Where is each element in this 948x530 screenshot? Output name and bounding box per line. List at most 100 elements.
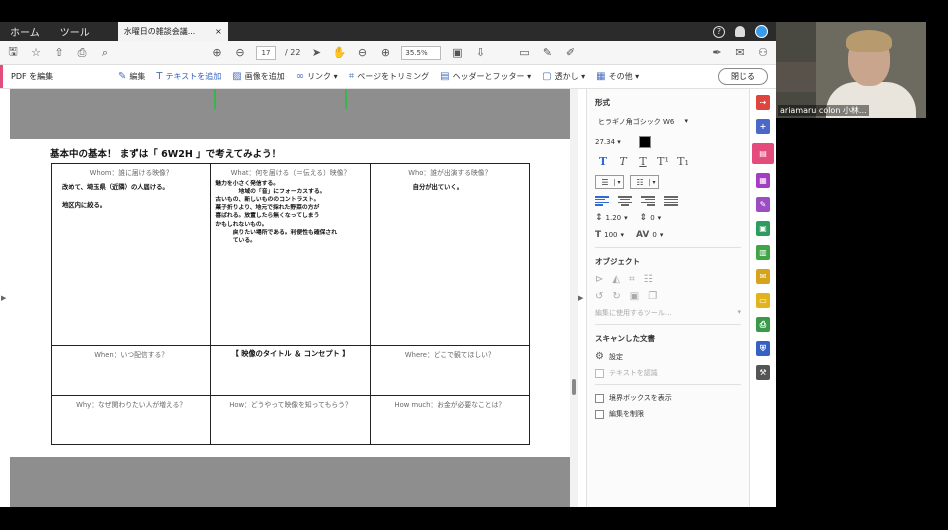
align-left-icon[interactable] [595,196,609,206]
edit-tool-watermark[interactable]: ▢ 透かし ▾ [542,71,585,82]
document-area[interactable]: ▶ 基本中の基本！ まずは「 6W2H 」で考えてみよう！ Whom：誰に届ける… [0,89,578,507]
panel-toggle-icon[interactable]: ▶ [578,294,583,302]
line-spacing-control[interactable]: ↕ 1.20 ▾ [595,213,628,223]
menu-tools[interactable]: ツール [50,22,100,41]
zoom-in-icon[interactable]: ⊕ [378,46,392,60]
crop-image-icon[interactable]: ⌗ [629,274,635,285]
select-cursor-icon[interactable]: ➤ [309,46,323,60]
cell-where[interactable]: Where：どこで観てほしい？ [369,345,531,396]
protect-icon[interactable]: ⛨ [756,341,770,356]
account-avatar[interactable] [755,25,768,38]
rotate-left-icon[interactable]: ↺ [595,291,603,302]
show-bbox-option[interactable]: 境界ボックスを表示 [595,393,741,403]
restrict-edit-checkbox[interactable] [595,409,604,419]
menu-home[interactable]: ホーム [0,22,50,41]
document-tab[interactable]: 水曜日の雑談会議... × [117,22,228,41]
align-center-icon[interactable] [618,196,632,206]
combine-files-icon[interactable]: ▦ [756,173,770,188]
subscript-icon[interactable]: T₁ [675,155,691,168]
bold-text-icon[interactable]: T [595,155,611,168]
cell-why[interactable]: Why：なぜ関わりたい人が増える？ [50,394,212,446]
scan-ocr-icon[interactable]: ▭ [756,293,770,308]
duplicate-icon[interactable]: ❐ [648,291,657,302]
more-tools-icon[interactable]: ⚒ [756,365,770,380]
scan-settings[interactable]: ⚙ 設定 [595,351,741,362]
rotate-right-icon[interactable]: ↻ [612,291,620,302]
close-edit-button[interactable]: 閉じる [718,68,768,85]
cell-title-concept[interactable]: 【 映像のタイトル ＆ コンセプト 】 [210,345,371,396]
flip-vertical-icon[interactable]: ⊳ [595,274,603,285]
create-pdf-icon[interactable]: + [756,119,770,134]
search-icon[interactable]: ⌕ [98,46,112,60]
fit-page-icon[interactable]: ▣ [450,46,464,60]
next-page-icon[interactable]: ⊖ [233,46,247,60]
align-right-icon[interactable] [641,196,655,206]
cell-when[interactable]: When：いつ配信する？ [50,345,212,396]
cell-what[interactable]: What：何を届ける（＝伝える）映像？ 魅力を小さく発信する。 地域の「音」にフ… [210,162,371,347]
print-icon[interactable]: ⎙ [75,46,89,60]
bell-icon[interactable] [735,26,745,37]
add-user-icon[interactable]: ⚇ [756,46,770,60]
cell-note[interactable]: 自分が出ていく。 [375,183,525,192]
superscript-icon[interactable]: T¹ [655,155,671,168]
fill-sign-icon[interactable]: ✎ [756,197,770,212]
sign-icon[interactable]: ✒ [710,46,724,60]
flip-horizontal-icon[interactable]: ◭ [612,274,620,285]
font-size-select[interactable]: 27.34 ▾ [595,138,633,146]
left-panel-toggle-icon[interactable]: ▶ [1,294,6,302]
draw-icon[interactable]: ✐ [563,46,577,60]
underline-text-icon[interactable]: T [635,155,651,168]
cell-whom[interactable]: Whom：誰に届ける映像？ 改めて、埼玉県（近隣）の人届ける。 地区内に絞る。 [50,162,212,347]
page-heading[interactable]: 基本中の基本！ まずは「 6W2H 」で考えてみよう！ [50,146,281,160]
font-family-select[interactable]: ヒラギノ角ゴシック W6 ▾ [595,115,691,129]
numbered-list-select[interactable]: ☷ ▾ [630,175,659,189]
recognize-text-option[interactable]: テキストを認識 [595,368,741,378]
print-production-icon[interactable]: ⎙ [756,317,770,332]
horizontal-scale-control[interactable]: T 100 ▾ [595,230,624,240]
page-number-input[interactable]: 17 [256,45,276,60]
arrange-icon[interactable]: ☷ [644,274,653,285]
edit-tool-header-footer[interactable]: ▤ ヘッダーとフッター ▾ [440,71,531,82]
cell-who[interactable]: Who：誰が出演する映像？ 自分が出ていく。 [369,162,531,347]
edit-tool-link[interactable]: ∞ リンク ▾ [296,71,338,82]
star-icon[interactable]: ☆ [29,46,43,60]
zoom-out-icon[interactable]: ⊖ [355,46,369,60]
replace-image-icon[interactable]: ▣ [630,291,639,302]
scroll-mode-icon[interactable]: ⇩ [473,46,487,60]
edit-tool-add-text[interactable]: T テキストを追加 [156,71,221,82]
organize-pages-icon[interactable]: ▣ [756,221,770,236]
text-color-swatch[interactable] [639,136,651,148]
export-pdf-icon[interactable]: ⇢ [756,95,770,110]
edit-using-tool-select[interactable]: 編集に使用するツール... ▾ [595,308,741,318]
vertical-scrollbar[interactable] [570,89,578,507]
prev-page-icon[interactable]: ⊕ [210,46,224,60]
compress-pdf-icon[interactable]: ▥ [756,245,770,260]
edit-tool-crop[interactable]: ⌗ ページをトリミング [349,71,429,82]
mail-icon[interactable]: ✉ [733,46,747,60]
paragraph-spacing-control[interactable]: ⇕ 0 ▾ [640,213,662,223]
edit-tool-more[interactable]: ▦ その他 ▾ [596,71,639,82]
comment-tool-icon[interactable]: ✉ [756,269,770,284]
edit-tool-add-image[interactable]: ▨ 画像を追加 [232,71,284,82]
show-bbox-checkbox[interactable] [595,393,604,403]
hand-icon[interactable]: ✋ [332,46,347,60]
upload-icon[interactable]: ⇧ [52,46,66,60]
restrict-edit-option[interactable]: 編集を制限 [595,409,741,419]
comment-icon[interactable]: ▭ [517,46,531,60]
character-spacing-control[interactable]: AV 0 ▾ [636,230,663,240]
highlight-pen-icon[interactable]: ✎ [540,46,554,60]
edit-pdf-icon[interactable]: ▤ [752,143,774,164]
cell-note[interactable]: 魅力を小さく発信する。 地域の「音」にフォーカスする。 古いもの、新しいもののコ… [215,180,365,245]
cell-note[interactable]: 改めて、埼玉県（近隣）の人届ける。 地区内に絞る。 [56,183,206,210]
scrollbar-thumb[interactable] [572,379,576,395]
cell-how[interactable]: How：どうやって映像を知ってもらう？ [210,394,371,446]
close-tab-icon[interactable]: × [215,27,222,36]
bullet-list-select[interactable]: ☰ ▾ [595,175,624,189]
zoom-level-select[interactable]: 35.5% [401,45,442,60]
save-icon[interactable]: 🖫 [6,45,20,60]
help-icon[interactable]: ? [713,25,725,38]
justify-icon[interactable] [664,196,678,206]
italic-text-icon[interactable]: T [615,155,631,168]
recognize-text-checkbox[interactable] [595,368,604,378]
cell-how-much[interactable]: How much：お金が必要なことは？ [369,394,531,446]
